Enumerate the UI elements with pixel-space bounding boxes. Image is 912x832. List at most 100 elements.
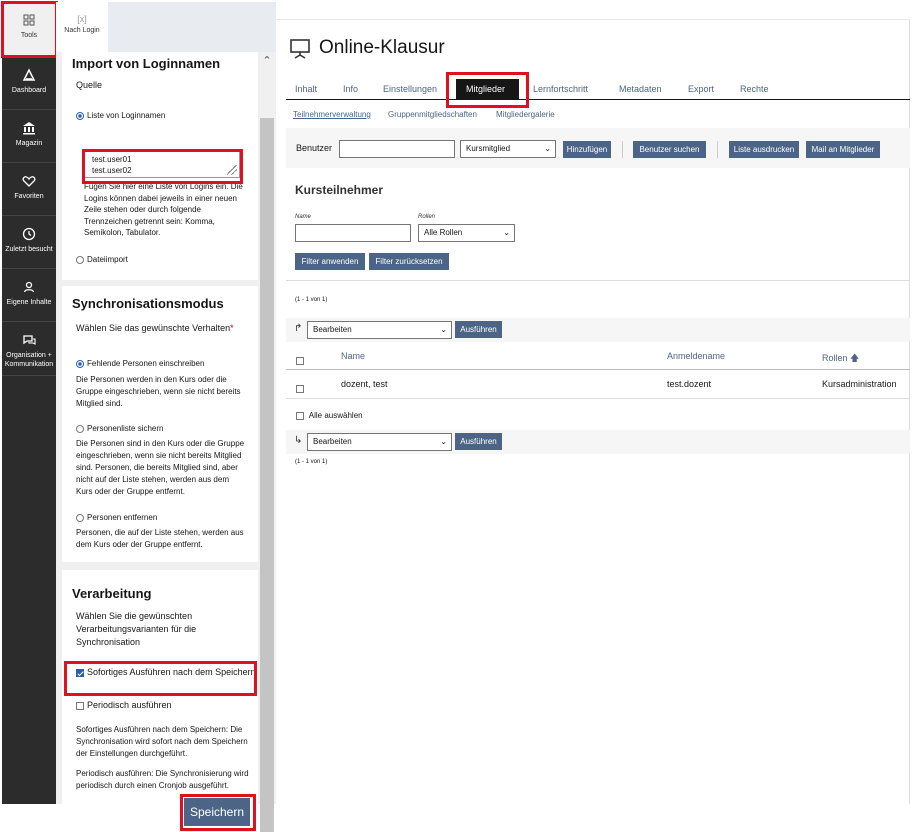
mainbar-dashboard[interactable]: Dashboard — [2, 57, 56, 110]
sync-card: Synchronisationsmodus Wählen Sie das gew… — [62, 286, 258, 562]
row-login: test.dozent — [667, 379, 712, 389]
subtab-teilnehmerverwaltung[interactable]: Teilnehmerverwaltung — [293, 110, 371, 119]
sync-opt1[interactable]: Fehlende Personen einschreiben — [76, 358, 204, 370]
sync-opt2-help: Die Personen sind in den Kurs oder die G… — [76, 439, 245, 496]
action-select-bottom[interactable]: Bearbeiten ⌄ — [307, 433, 452, 451]
tab-inhalt[interactable]: Inhalt — [295, 84, 317, 94]
option-file-radio[interactable]: Dateiimport — [76, 254, 128, 266]
processing-title: Verarbeitung — [72, 586, 152, 601]
search-user-button[interactable]: Benutzer suchen — [633, 141, 706, 158]
radio-sync-2[interactable] — [76, 424, 84, 433]
row-name: dozent, test — [341, 379, 388, 389]
mainbar-zuletzt[interactable]: Zuletzt besucht — [2, 216, 56, 269]
count-top: (1 - 1 von 1) — [295, 297, 328, 303]
mainbar-favoriten[interactable]: Favoriten — [2, 163, 56, 216]
checkbox-periodic[interactable] — [76, 701, 84, 710]
slate-nav-label: Nach Login — [64, 27, 100, 34]
filter-name-input[interactable] — [295, 224, 411, 242]
subtab-gruppenmitgliedschaften[interactable]: Gruppenmitgliedschaften — [388, 110, 477, 119]
processing-chk2[interactable]: Periodisch ausführen — [76, 700, 172, 710]
filter-roles-label: Rollen — [418, 214, 436, 220]
radio-list[interactable] — [76, 111, 84, 120]
mainbar-magazin[interactable]: Magazin — [2, 110, 56, 163]
tab-rechte[interactable]: Rechte — [740, 84, 769, 94]
arrow-up-icon: 🡅 — [850, 353, 860, 363]
apply-filter-button[interactable]: Filter anwenden — [295, 253, 365, 270]
mainbar-magazin-label: Magazin — [15, 140, 43, 147]
dashboard-icon — [22, 68, 36, 81]
row-checkbox-box[interactable] — [296, 384, 304, 393]
mainbar-favoriten-label: Favoriten — [14, 193, 44, 200]
row-checkbox[interactable] — [296, 380, 307, 398]
radio-file[interactable] — [76, 255, 84, 264]
scrollbar-thumb[interactable] — [260, 118, 274, 832]
col-name[interactable]: Name — [341, 351, 365, 361]
slate-scrollbar[interactable]: ⌃ — [258, 52, 276, 832]
col-login[interactable]: Anmeldename — [667, 351, 725, 361]
mainbar-zuletzt-label: Zuletzt besucht — [5, 246, 53, 253]
mainbar-eigene[interactable]: Eigene Inhalte — [2, 269, 56, 322]
toolbar-divider-2 — [717, 141, 718, 158]
chevron-down-icon: ⌄ — [503, 228, 510, 237]
toolbar-divider-1 — [622, 141, 623, 158]
mail-members-button[interactable]: Mail an Mitglieder — [806, 141, 880, 158]
import-help: Fügen Sie hier eine Liste von Logins ein… — [84, 182, 243, 237]
filter-roles-value: Alle Rollen — [424, 228, 463, 237]
select-all[interactable]: Alle auswählen — [296, 411, 363, 420]
processing-help1: Sofortiges Ausführen nach dem Speichern:… — [76, 725, 248, 758]
col-roles-label: Rollen — [822, 353, 848, 363]
filter-divider — [286, 280, 910, 281]
action-select-top[interactable]: Bearbeiten ⌄ — [307, 321, 452, 339]
sync-title: Synchronisationsmodus — [72, 296, 224, 311]
import-title: Import von Loginnamen — [72, 56, 221, 71]
arrow-down-right-icon: ↳ — [294, 435, 303, 446]
tab-metadaten[interactable]: Metadaten — [619, 84, 662, 94]
slate-nav-login[interactable]: [x] Nach Login — [56, 2, 108, 52]
required-mark: * — [230, 323, 234, 333]
row-role: Kursadministration — [822, 379, 897, 389]
action-select-bottom-value: Bearbeiten — [313, 437, 352, 446]
source-label: Quelle — [76, 80, 103, 90]
count-bottom: (1 - 1 von 1) — [295, 459, 328, 465]
add-button[interactable]: Hinzufügen — [563, 141, 611, 158]
execute-button-top[interactable]: Ausführen — [455, 321, 502, 338]
magazine-icon — [23, 122, 35, 135]
page-title: Online-Klausur — [319, 37, 445, 58]
col-roles[interactable]: Rollen 🡅 — [822, 351, 859, 367]
tabs-divider — [286, 99, 910, 100]
top-strip — [276, 2, 910, 20]
role-select-value: Kursmitglied — [466, 144, 511, 153]
chevron-down-icon: ⌄ — [440, 437, 447, 446]
slate-header-shade — [108, 2, 276, 52]
mainbar-eigene-label: Eigene Inhalte — [6, 299, 52, 306]
tab-einstellungen[interactable]: Einstellungen — [383, 84, 437, 94]
tab-info[interactable]: Info — [343, 84, 358, 94]
action-select-top-value: Bearbeiten — [313, 325, 352, 334]
select-all-checkbox[interactable] — [296, 411, 304, 420]
print-list-button[interactable]: Liste ausdrucken — [729, 141, 799, 158]
radio-sync-1[interactable] — [76, 359, 84, 368]
processing-help2: Periodisch ausführen: Die Synchronisieru… — [76, 769, 249, 790]
role-select[interactable]: Kursmitglied ⌄ — [460, 140, 556, 158]
sync-opt2-label: Personenliste sichern — [87, 424, 164, 433]
chat-icon — [23, 335, 36, 345]
filter-name-label: Name — [295, 214, 312, 220]
radio-sync-3[interactable] — [76, 513, 84, 522]
chevron-up-icon[interactable]: ⌃ — [261, 56, 273, 67]
sync-opt3[interactable]: Personen entfernen — [76, 512, 157, 524]
user-label: Benutzer — [296, 143, 333, 153]
chevron-down-icon: ⌄ — [440, 325, 447, 334]
mainbar-organisation[interactable]: Organisation + Kommunikation — [2, 322, 56, 376]
tab-export[interactable]: Export — [688, 84, 714, 94]
filter-roles-select[interactable]: Alle Rollen ⌄ — [418, 224, 515, 242]
header-checkbox[interactable] — [296, 352, 307, 370]
header-checkbox-box[interactable] — [296, 356, 304, 365]
sync-opt2[interactable]: Personenliste sichern — [76, 423, 163, 435]
option-list-radio[interactable]: Liste von Loginnamen — [76, 110, 165, 122]
execute-button-bottom[interactable]: Ausführen — [455, 433, 502, 450]
reset-filter-button[interactable]: Filter zurücksetzen — [369, 253, 449, 270]
subtab-mitgliedergalerie[interactable]: Mitgliedergalerie — [496, 110, 555, 119]
tab-lernfortschritt[interactable]: Lernfortschritt — [533, 84, 588, 94]
user-input[interactable] — [339, 140, 455, 158]
header-separator — [286, 369, 910, 370]
